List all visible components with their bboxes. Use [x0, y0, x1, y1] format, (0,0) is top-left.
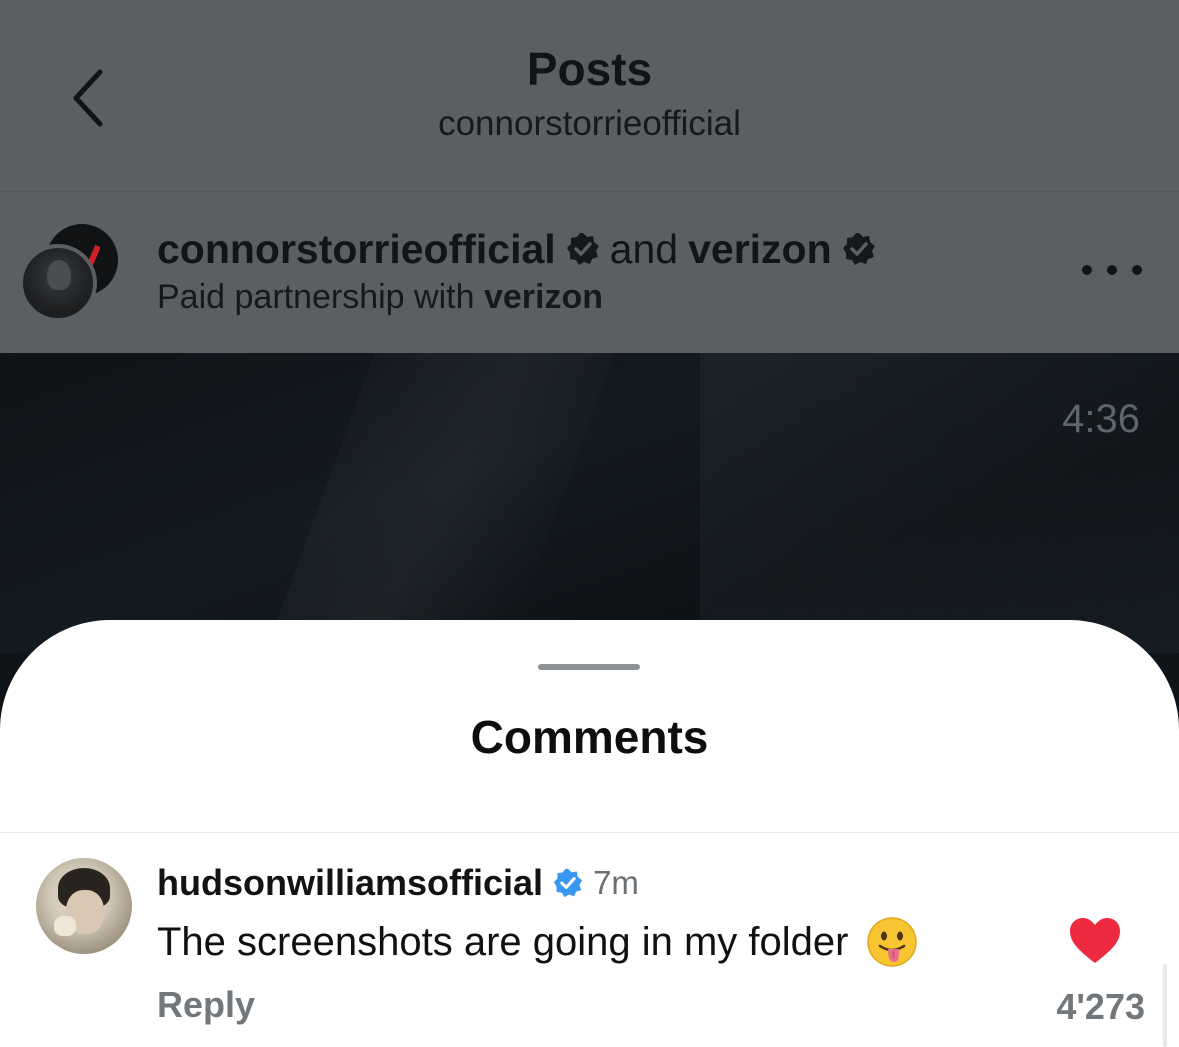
top-bar: Posts connorstorrieofficial [0, 0, 1179, 192]
more-horizontal-icon [1132, 265, 1142, 275]
coauthor-username[interactable]: verizon [688, 226, 832, 273]
more-options-button[interactable] [1082, 258, 1142, 282]
sheet-drag-handle[interactable] [538, 664, 640, 670]
comment-text: The screenshots are going in my folder [157, 919, 849, 964]
face-with-tongue-icon [867, 917, 918, 967]
verified-badge-icon [842, 233, 875, 265]
post-header: connorstorrieofficial and verizon Paid p… [0, 192, 1179, 353]
comments-sheet: Comments [0, 620, 1179, 1047]
avatar-figure [47, 260, 71, 290]
like-count: 4'273 [1056, 986, 1145, 1027]
page-title: Posts [526, 43, 653, 95]
video-frame [265, 353, 615, 653]
comment-body: The screenshots are going in my folder [157, 917, 918, 967]
page-subtitle[interactable]: connorstorrieofficial [0, 104, 1179, 144]
avatar-hand [54, 916, 76, 936]
partnership-brand[interactable]: verizon [484, 278, 603, 316]
partnership-prefix: Paid partnership with [157, 278, 475, 316]
partnership-label: Paid partnership with verizon [157, 278, 603, 317]
scrollbar[interactable] [1163, 964, 1167, 1047]
verified-badge-icon [553, 868, 583, 898]
divider [0, 832, 1179, 833]
more-horizontal-icon [1107, 265, 1117, 275]
more-horizontal-icon [1082, 265, 1092, 275]
heart-icon[interactable] [1068, 916, 1122, 966]
author-username[interactable]: connorstorrieofficial [157, 226, 556, 273]
video-time-remaining: 4:36 [1062, 397, 1140, 441]
post-authors: connorstorrieofficial and verizon [157, 226, 876, 272]
comment-timestamp: 7m [593, 864, 639, 901]
video-player[interactable]: 4:36 [0, 353, 1179, 653]
author-avatar[interactable] [19, 244, 97, 322]
reply-button[interactable]: Reply [157, 984, 255, 1026]
verified-badge-icon [566, 233, 599, 265]
authors-joiner: and [609, 225, 679, 272]
comments-title: Comments [470, 711, 709, 763]
comment-username[interactable]: hudsonwilliamsofficial [157, 862, 543, 904]
comment-meta: hudsonwilliamsofficial 7m [157, 862, 639, 904]
comment-avatar[interactable] [36, 858, 132, 954]
